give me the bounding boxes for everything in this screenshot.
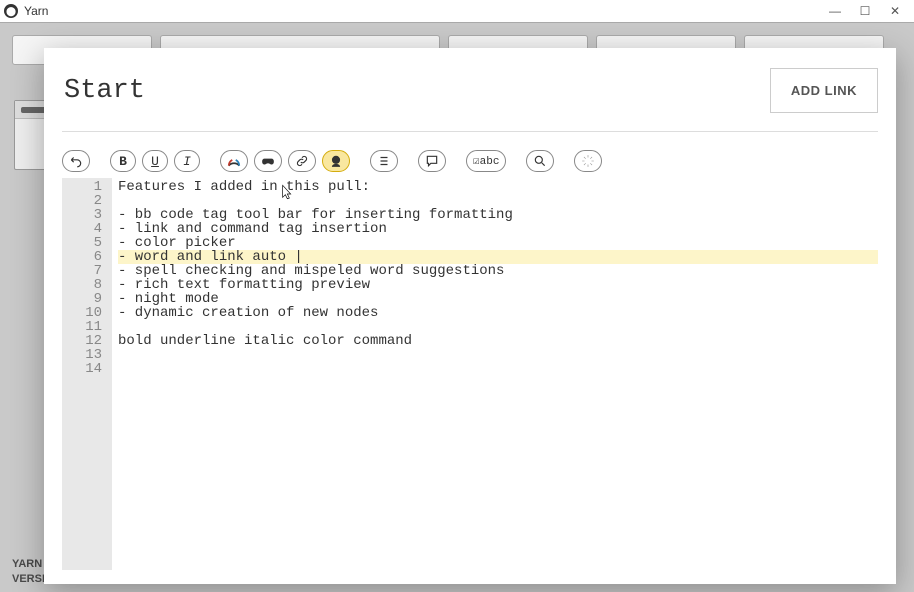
gutter-line: 13 xyxy=(62,348,102,362)
gutter-line: 11 xyxy=(62,320,102,334)
gutter-line: 7 xyxy=(62,264,102,278)
code-line[interactable] xyxy=(118,362,878,376)
gamepad-icon xyxy=(261,154,275,168)
gutter-line: 3 xyxy=(62,208,102,222)
window-titlebar: ⬤ Yarn — ☐ ✕ xyxy=(0,0,914,22)
window-maximize-button[interactable]: ☐ xyxy=(850,4,880,18)
gutter-line: 2 xyxy=(62,194,102,208)
code-line[interactable]: - bb code tag tool bar for inserting for… xyxy=(118,208,878,222)
link-chain-icon xyxy=(295,154,309,168)
window-close-button[interactable]: ✕ xyxy=(880,4,910,18)
gutter-line: 6 xyxy=(62,250,102,264)
code-line[interactable]: - color picker xyxy=(118,236,878,250)
list-icon xyxy=(377,154,391,168)
gutter-line: 14 xyxy=(62,362,102,376)
window-minimize-button[interactable]: — xyxy=(820,4,850,18)
gutter-line: 1 xyxy=(62,180,102,194)
editor-toolbar: B U I ☑abc xyxy=(62,132,878,178)
spellcheck-button[interactable]: ☑abc xyxy=(466,150,506,172)
color-arc-icon xyxy=(227,154,241,168)
app-icon: ⬤ xyxy=(4,4,18,18)
code-line[interactable] xyxy=(118,320,878,334)
node-title-input[interactable] xyxy=(62,75,770,107)
night-mode-button[interactable] xyxy=(574,150,602,172)
code-line[interactable]: Features I added in this pull: xyxy=(118,180,878,194)
code-editor[interactable]: 1234567891011121314 Features I added in … xyxy=(62,178,878,570)
node-editor-modal: ADD LINK B U I ☑abc xyxy=(44,48,896,584)
speech-button[interactable] xyxy=(418,150,446,172)
bold-button[interactable]: B xyxy=(110,150,136,172)
modal-header: ADD LINK xyxy=(62,62,878,132)
gutter-line: 4 xyxy=(62,222,102,236)
code-line[interactable]: - night mode xyxy=(118,292,878,306)
chat-head-icon xyxy=(329,154,343,168)
window-title: Yarn xyxy=(24,4,48,18)
speech-bubble-icon xyxy=(425,154,439,168)
code-line[interactable]: bold underline italic color command xyxy=(118,334,878,348)
gutter-line: 12 xyxy=(62,334,102,348)
code-line[interactable]: - dynamic creation of new nodes xyxy=(118,306,878,320)
underline-button[interactable]: U xyxy=(142,150,168,172)
italic-button[interactable]: I xyxy=(174,150,200,172)
gutter-line: 5 xyxy=(62,236,102,250)
command-button[interactable] xyxy=(254,150,282,172)
list-button[interactable] xyxy=(370,150,398,172)
chat-head-button[interactable] xyxy=(322,150,350,172)
code-line[interactable]: - rich text formatting preview xyxy=(118,278,878,292)
undo-icon xyxy=(69,154,83,168)
gutter-line: 10 xyxy=(62,306,102,320)
gutter-line: 8 xyxy=(62,278,102,292)
gutter-line: 9 xyxy=(62,292,102,306)
color-picker-button[interactable] xyxy=(220,150,248,172)
add-link-button[interactable]: ADD LINK xyxy=(770,68,878,113)
code-content[interactable]: Features I added in this pull: - bb code … xyxy=(112,178,878,570)
code-line[interactable] xyxy=(118,194,878,208)
line-gutter: 1234567891011121314 xyxy=(62,178,112,570)
search-button[interactable] xyxy=(526,150,554,172)
code-line[interactable] xyxy=(118,348,878,362)
undo-button[interactable] xyxy=(62,150,90,172)
link-button[interactable] xyxy=(288,150,316,172)
code-line[interactable]: - word and link auto | xyxy=(118,250,878,264)
magnify-icon xyxy=(533,154,547,168)
code-line[interactable]: - spell checking and mispeled word sugge… xyxy=(118,264,878,278)
star-icon xyxy=(581,154,595,168)
code-line[interactable]: - link and command tag insertion xyxy=(118,222,878,236)
